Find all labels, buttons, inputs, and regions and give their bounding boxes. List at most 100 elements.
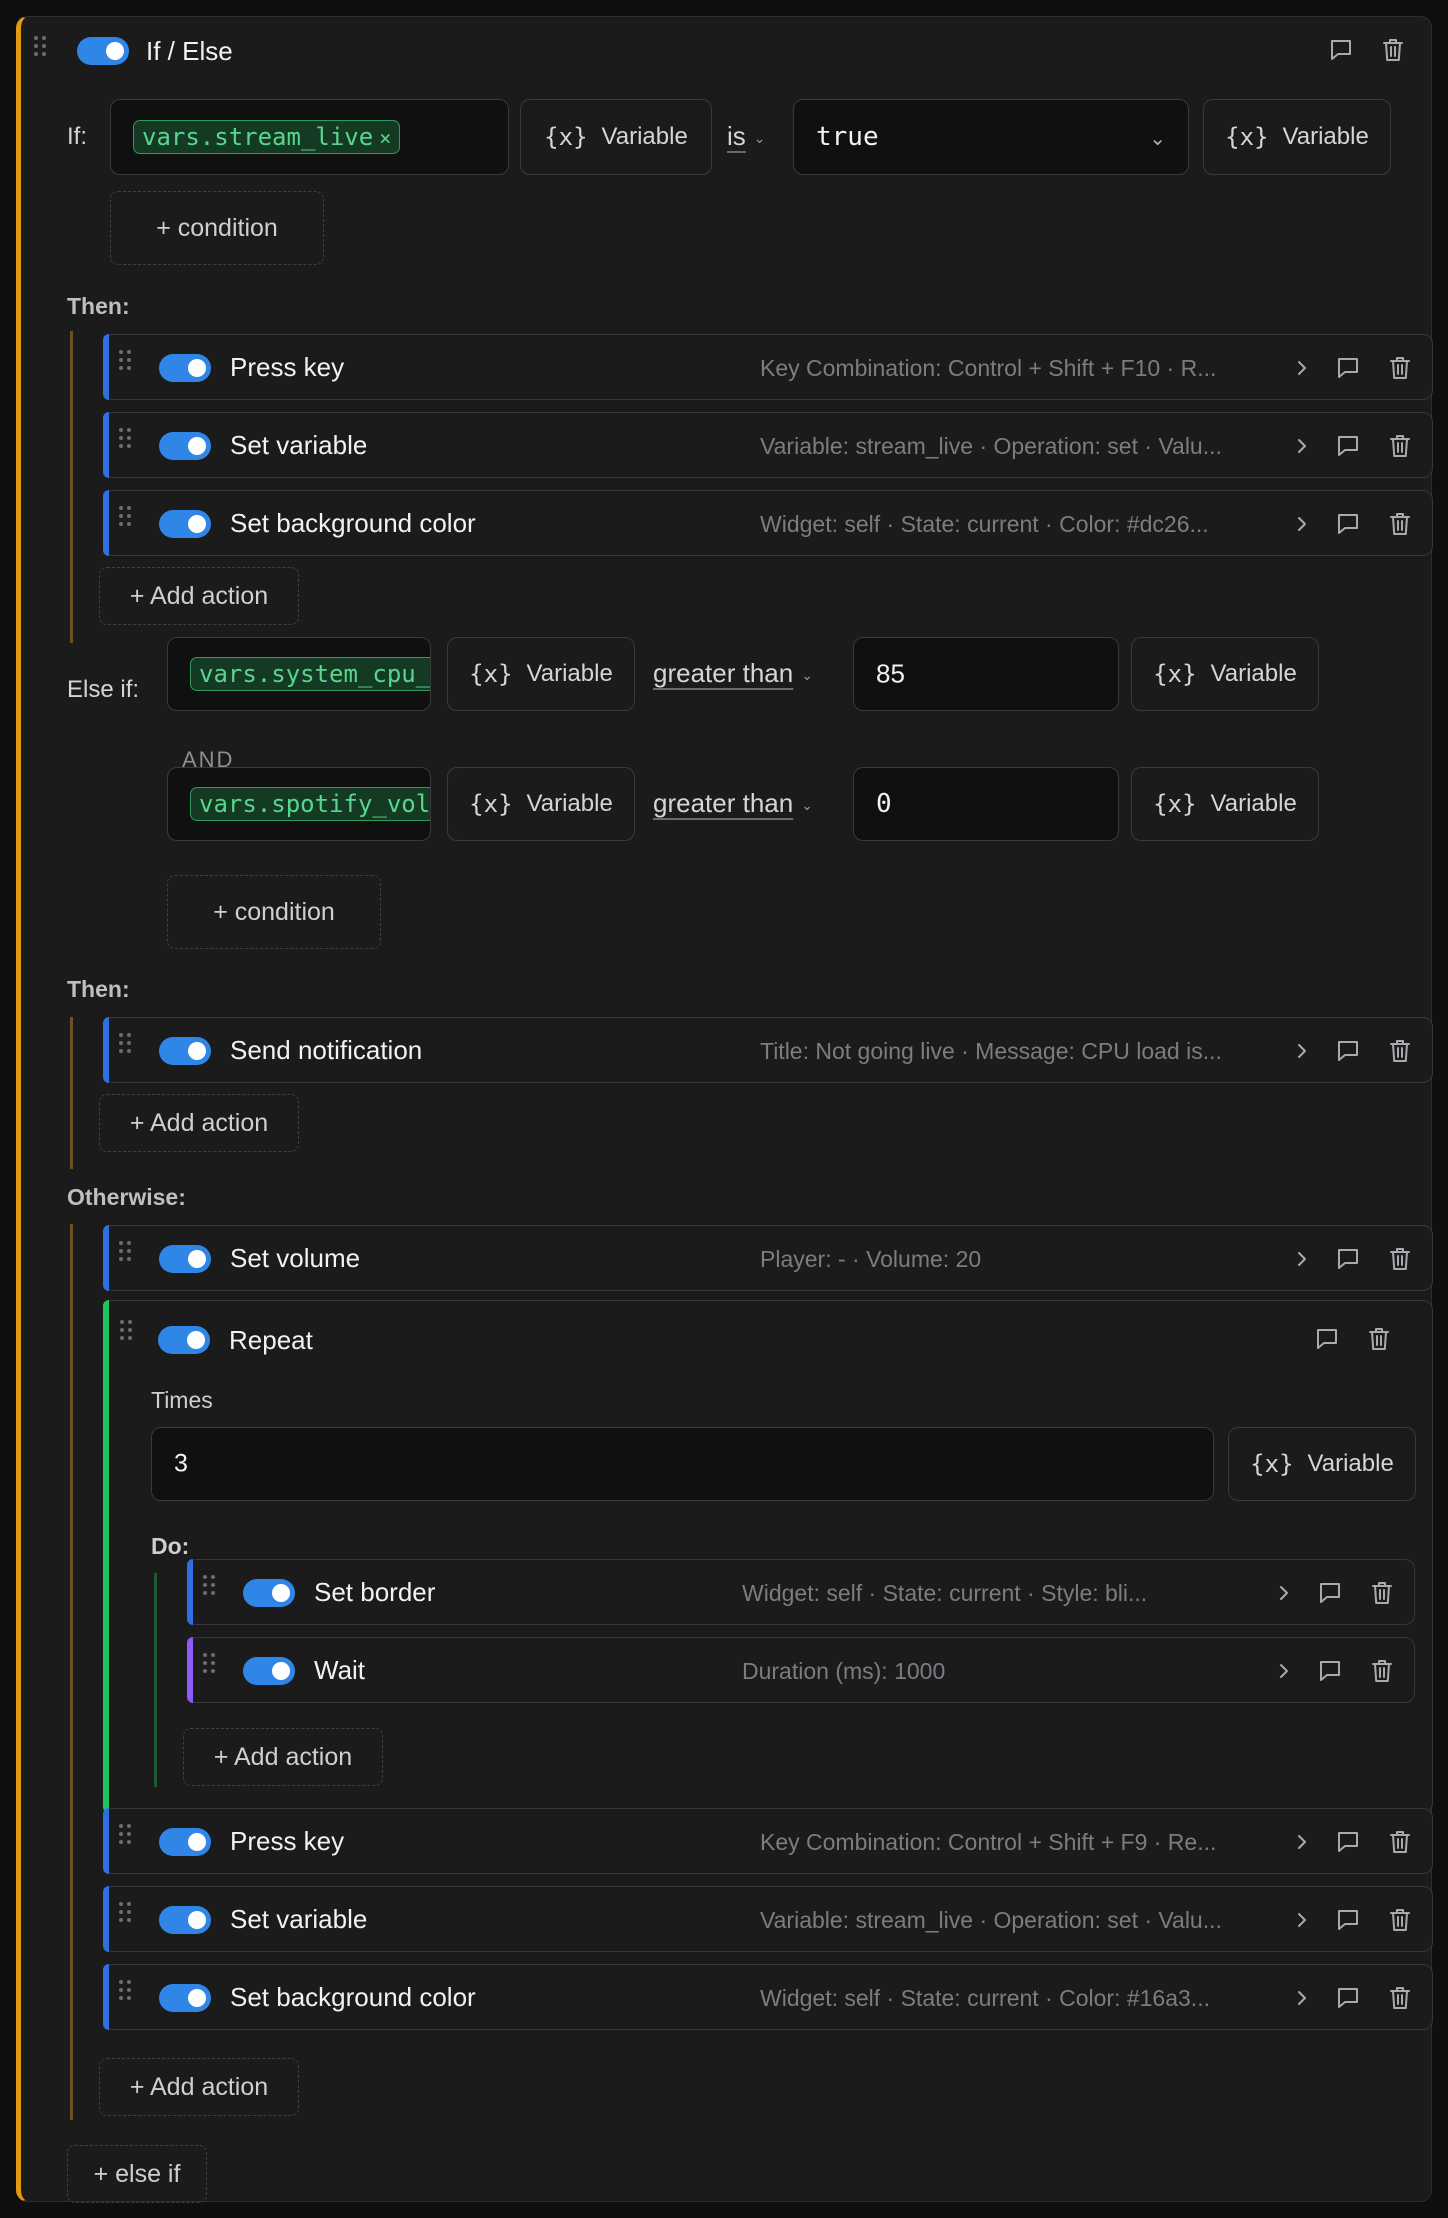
comment-icon[interactable]	[1334, 1906, 1362, 1934]
trash-icon[interactable]	[1386, 1828, 1414, 1856]
trash-icon[interactable]	[1386, 1245, 1414, 1273]
add-action-button[interactable]: + Add action	[183, 1728, 383, 1786]
trash-icon[interactable]	[1379, 36, 1407, 64]
action-enable-toggle[interactable]	[159, 1245, 211, 1273]
variable-button[interactable]: {x} Variable	[1228, 1427, 1416, 1501]
chevron-right-icon[interactable]	[1288, 510, 1316, 538]
operator-select[interactable]: is ⌄	[727, 121, 766, 152]
comment-icon[interactable]	[1327, 36, 1355, 64]
comment-icon[interactable]	[1334, 432, 1362, 460]
add-condition-button[interactable]: + condition	[110, 191, 324, 265]
operator-select[interactable]: greater than ⌄	[653, 788, 813, 819]
if-variable-field[interactable]: vars.stream_live ×	[110, 99, 509, 175]
action-row[interactable]: Wait Duration (ms): 1000	[187, 1637, 1415, 1703]
comment-icon[interactable]	[1334, 1245, 1362, 1273]
drag-handle-icon[interactable]	[118, 1979, 132, 2001]
add-condition-button[interactable]: + condition	[167, 875, 381, 949]
comment-icon[interactable]	[1313, 1325, 1341, 1353]
add-else-if-button[interactable]: + else if	[67, 2145, 207, 2203]
trash-icon[interactable]	[1386, 1037, 1414, 1065]
action-accent	[103, 490, 109, 556]
elseif-variable-field[interactable]: vars.spotify_volu	[167, 767, 431, 841]
action-enable-toggle[interactable]	[159, 1828, 211, 1856]
drag-handle-icon[interactable]	[118, 1032, 132, 1054]
action-enable-toggle[interactable]	[243, 1579, 295, 1607]
variable-chip[interactable]: vars.system_cpu_u	[190, 657, 430, 691]
action-row[interactable]: Set variable Variable: stream_live · Oper…	[103, 412, 1433, 478]
comment-icon[interactable]	[1316, 1579, 1344, 1607]
add-action-button[interactable]: + Add action	[99, 567, 299, 625]
drag-handle-icon[interactable]	[118, 505, 132, 527]
comment-icon[interactable]	[1334, 1984, 1362, 2012]
elseif-value-input[interactable]: 85	[853, 637, 1119, 711]
drag-handle-icon[interactable]	[118, 1823, 132, 1845]
action-accent	[103, 334, 109, 400]
action-row[interactable]: Set background color Widget: self · State…	[103, 1964, 1433, 2030]
trash-icon[interactable]	[1368, 1579, 1396, 1607]
action-row[interactable]: Press key Key Combination: Control + Shif…	[103, 1808, 1433, 1874]
comment-icon[interactable]	[1316, 1657, 1344, 1685]
action-row[interactable]: Set volume Player: - · Volume: 20	[103, 1225, 1433, 1291]
comment-icon[interactable]	[1334, 1828, 1362, 1856]
action-enable-toggle[interactable]	[159, 1037, 211, 1065]
action-row[interactable]: Set variable Variable: stream_live · Oper…	[103, 1886, 1433, 1952]
operator-select[interactable]: greater than ⌄	[653, 658, 813, 689]
remove-chip-icon[interactable]: ×	[379, 126, 391, 150]
variable-chip[interactable]: vars.spotify_volu	[190, 787, 430, 821]
add-action-button[interactable]: + Add action	[99, 2058, 299, 2116]
action-row[interactable]: Press key Key Combination: Control + Shif…	[103, 334, 1433, 400]
variable-braces-icon: {x}	[1153, 660, 1197, 688]
add-action-button[interactable]: + Add action	[99, 1094, 299, 1152]
drag-handle-icon[interactable]	[118, 1901, 132, 1923]
drag-handle-icon[interactable]	[118, 1240, 132, 1262]
action-enable-toggle[interactable]	[159, 510, 211, 538]
drag-handle-icon[interactable]	[119, 1319, 133, 1341]
chevron-right-icon[interactable]	[1270, 1657, 1298, 1685]
comment-icon[interactable]	[1334, 1037, 1362, 1065]
drag-handle-icon[interactable]	[118, 427, 132, 449]
elseif-value-input[interactable]: 0	[853, 767, 1119, 841]
trash-icon[interactable]	[1386, 510, 1414, 538]
drag-handle-icon[interactable]	[33, 35, 47, 57]
action-enable-toggle[interactable]	[159, 1984, 211, 2012]
variable-chip[interactable]: vars.stream_live ×	[133, 120, 401, 154]
variable-button[interactable]: {x} Variable	[520, 99, 712, 175]
chevron-right-icon[interactable]	[1270, 1579, 1298, 1607]
drag-handle-icon[interactable]	[202, 1574, 216, 1596]
chevron-right-icon[interactable]	[1288, 1245, 1316, 1273]
action-enable-toggle[interactable]	[159, 354, 211, 382]
action-enable-toggle[interactable]	[159, 432, 211, 460]
drag-handle-icon[interactable]	[118, 349, 132, 371]
action-row[interactable]: Set border Widget: self · State: current …	[187, 1559, 1415, 1625]
action-row[interactable]: Send notification Title: Not going live ·…	[103, 1017, 1433, 1083]
if-value-select[interactable]: true ⌄	[793, 99, 1189, 175]
chevron-right-icon[interactable]	[1288, 432, 1316, 460]
trash-icon[interactable]	[1365, 1325, 1393, 1353]
variable-button[interactable]: {x} Variable	[1131, 767, 1319, 841]
trash-icon[interactable]	[1368, 1657, 1396, 1685]
variable-button[interactable]: {x} Variable	[447, 637, 635, 711]
chevron-right-icon[interactable]	[1288, 1828, 1316, 1856]
comment-icon[interactable]	[1334, 510, 1362, 538]
variable-button[interactable]: {x} Variable	[1203, 99, 1391, 175]
chevron-right-icon[interactable]	[1288, 354, 1316, 382]
trash-icon[interactable]	[1386, 1906, 1414, 1934]
times-input[interactable]: 3	[151, 1427, 1214, 1501]
drag-handle-icon[interactable]	[202, 1652, 216, 1674]
comment-icon[interactable]	[1334, 354, 1362, 382]
action-enable-toggle[interactable]	[243, 1657, 295, 1685]
variable-button[interactable]: {x} Variable	[1131, 637, 1319, 711]
trash-icon[interactable]	[1386, 1984, 1414, 2012]
action-enable-toggle[interactable]	[159, 1906, 211, 1934]
trash-icon[interactable]	[1386, 432, 1414, 460]
chevron-right-icon[interactable]	[1288, 1037, 1316, 1065]
chevron-right-icon[interactable]	[1288, 1906, 1316, 1934]
trash-icon[interactable]	[1386, 354, 1414, 382]
variable-button[interactable]: {x} Variable	[447, 767, 635, 841]
action-row[interactable]: Set background color Widget: self · State…	[103, 490, 1433, 556]
repeat-enable-toggle[interactable]	[158, 1326, 210, 1354]
elseif-variable-field[interactable]: vars.system_cpu_u	[167, 637, 431, 711]
action-summary: Key Combination: Control + Shift + F10 ·…	[760, 355, 1217, 381]
if-else-enable-toggle[interactable]	[77, 37, 129, 65]
chevron-right-icon[interactable]	[1288, 1984, 1316, 2012]
